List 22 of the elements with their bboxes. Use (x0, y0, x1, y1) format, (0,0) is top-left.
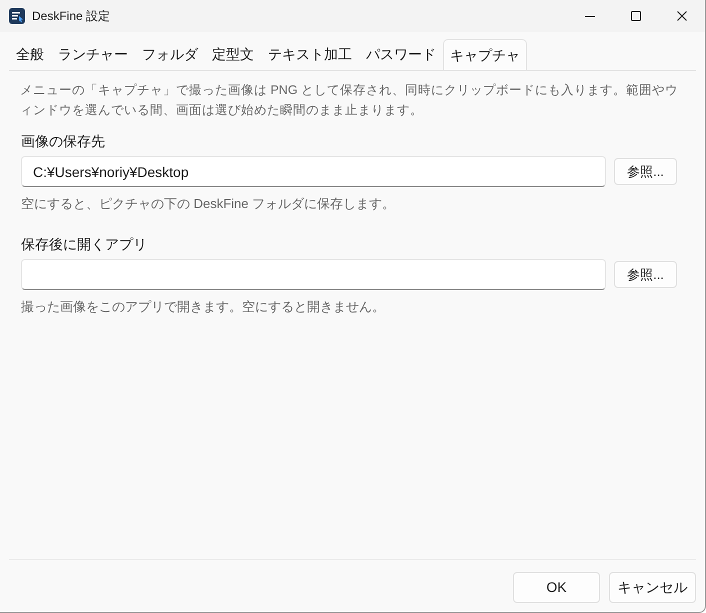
path-input[interactable]: C:¥Users¥noriy¥Desktop (21, 156, 606, 187)
hint-text: 空にすると、ピクチャの下の DeskFine フォルダに保存します。 (21, 195, 396, 213)
window-title: DeskFine 設定 (32, 8, 110, 25)
tab[interactable]: ランチャー (51, 39, 135, 70)
hint-text: 撮った画像をこのアプリで開きます。空にすると開きません。 (21, 298, 385, 316)
ok-button[interactable]: OK (513, 572, 600, 603)
tab[interactable]: 定型文 (205, 39, 261, 70)
tab[interactable]: フォルダ (135, 39, 205, 70)
cancel-button[interactable]: キャンセル (609, 572, 696, 603)
browse-button[interactable]: 参照... (614, 158, 677, 185)
field-label: 画像の保存先 (21, 132, 105, 150)
close-icon (677, 11, 687, 21)
app-logo-icon (9, 8, 25, 24)
tab[interactable]: パスワード (359, 39, 443, 70)
maximize-icon (631, 11, 641, 21)
path-input[interactable] (21, 259, 606, 290)
browse-button[interactable]: 参照... (614, 261, 677, 288)
tab[interactable]: テキスト加工 (261, 39, 359, 70)
field-label: 保存後に開くアプリ (21, 235, 147, 253)
description-text: メニューの「キャプチャ」で撮った画像は PNG として保存され、同時にクリップボードにも入ります。範囲やウィンドウを選んでいる間、画面は選び始めた瞬間のまま止まります。 (19, 82, 680, 119)
tab[interactable]: 全般 (9, 39, 51, 70)
tab[interactable]: キャプチャ (443, 39, 527, 70)
